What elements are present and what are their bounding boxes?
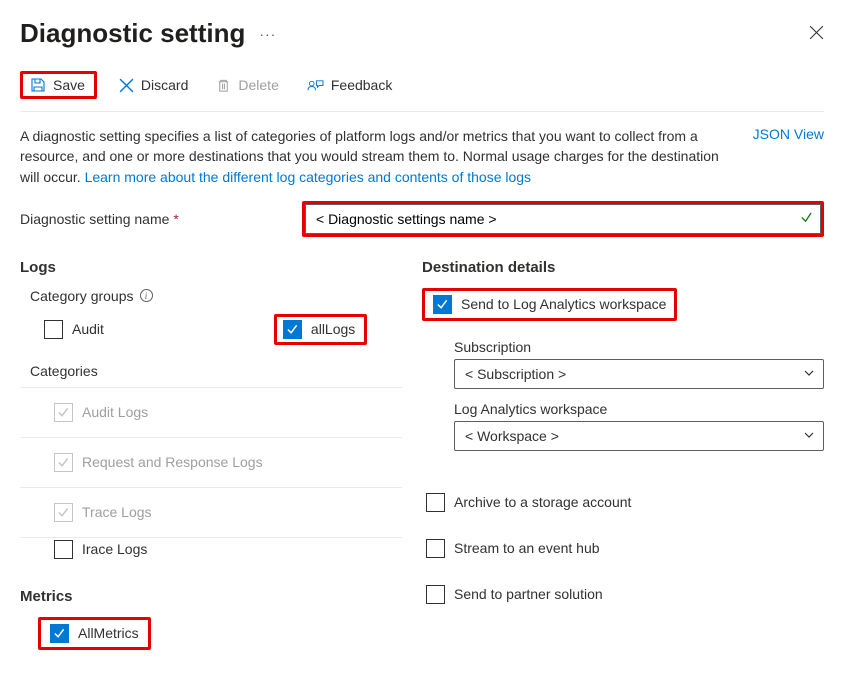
more-icon[interactable]: ··· (259, 26, 276, 42)
category-groups-label: Category groups i (30, 288, 402, 304)
audit-checkbox[interactable]: Audit (44, 320, 104, 339)
workspace-value: < Workspace > (465, 428, 559, 444)
all-logs-checkbox[interactable]: allLogs (283, 320, 355, 339)
learn-more-link[interactable]: Learn more about the different log categ… (85, 169, 531, 185)
save-icon (30, 77, 46, 93)
audit-logs-label: Audit Logs (82, 404, 148, 420)
partner-solution-label: Send to partner solution (454, 586, 603, 602)
send-law-label: Send to Log Analytics workspace (461, 296, 666, 312)
setting-name-wrap (302, 201, 824, 237)
delete-icon (216, 78, 231, 93)
subscription-label: Subscription (454, 339, 824, 355)
setting-name-label: Diagnostic setting name * (20, 211, 302, 227)
stream-eventhub-label: Stream to an event hub (454, 540, 600, 556)
partner-solution-checkbox[interactable]: Send to partner solution (426, 585, 603, 604)
feedback-button[interactable]: Feedback (301, 73, 398, 97)
chevron-down-icon (803, 366, 815, 382)
info-icon[interactable]: i (140, 289, 153, 302)
subscription-select[interactable]: < Subscription > (454, 359, 824, 389)
discard-button[interactable]: Discard (113, 73, 194, 97)
feedback-icon (307, 78, 324, 93)
send-law-checkbox[interactable]: Send to Log Analytics workspace (433, 295, 666, 314)
close-icon[interactable] (809, 25, 824, 43)
json-view-link[interactable]: JSON View (753, 126, 824, 142)
metrics-heading: Metrics (20, 588, 402, 605)
delete-button: Delete (210, 73, 284, 97)
discard-label: Discard (141, 77, 188, 93)
logs-heading: Logs (20, 259, 402, 276)
workspace-label: Log Analytics workspace (454, 401, 824, 417)
valid-check-icon (800, 211, 813, 227)
all-metrics-label: AllMetrics (78, 625, 139, 641)
save-button[interactable]: Save (20, 71, 97, 99)
trace-logs-label: Trace Logs (82, 504, 152, 520)
audit-label: Audit (72, 321, 104, 337)
description-text: A diagnostic setting specifies a list of… (20, 126, 720, 187)
workspace-select[interactable]: < Workspace > (454, 421, 824, 451)
all-logs-label: allLogs (311, 321, 355, 337)
trace-logs-2-label: Irace Logs (82, 541, 147, 557)
audit-logs-checkbox: Audit Logs (54, 403, 148, 422)
setting-name-input[interactable] (305, 204, 821, 234)
subscription-value: < Subscription > (465, 366, 566, 382)
save-label: Save (53, 77, 85, 93)
discard-icon (119, 78, 134, 93)
delete-label: Delete (238, 77, 278, 93)
page-title: Diagnostic setting (20, 18, 245, 49)
request-response-checkbox: Request and Response Logs (54, 453, 263, 472)
archive-storage-checkbox[interactable]: Archive to a storage account (426, 493, 631, 512)
stream-eventhub-checkbox[interactable]: Stream to an event hub (426, 539, 600, 558)
chevron-down-icon (803, 428, 815, 444)
trace-logs-checkbox: Trace Logs (54, 503, 152, 522)
trace-logs-2-checkbox[interactable]: Irace Logs (54, 540, 147, 559)
request-response-label: Request and Response Logs (82, 454, 263, 470)
all-metrics-checkbox[interactable]: AllMetrics (50, 624, 139, 643)
archive-storage-label: Archive to a storage account (454, 494, 631, 510)
categories-label: Categories (30, 363, 402, 379)
destination-heading: Destination details (422, 259, 824, 276)
feedback-label: Feedback (331, 77, 392, 93)
